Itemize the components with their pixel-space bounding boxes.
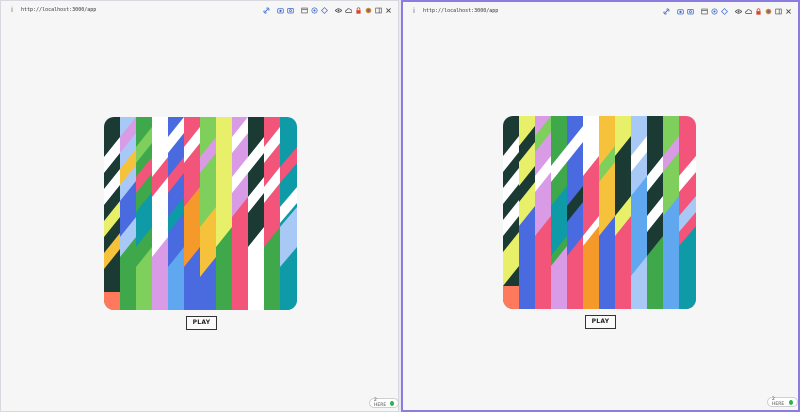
close-icon[interactable]: [385, 7, 392, 14]
window-icon[interactable]: [301, 7, 308, 14]
lock-icon[interactable]: [355, 6, 362, 14]
play-button[interactable]: PLAY: [186, 316, 217, 330]
target-icon[interactable]: [321, 6, 328, 14]
browser-window-right: i http://localhost:3000/app PLAY 2 HERE: [401, 0, 800, 412]
info-icon[interactable]: i: [7, 6, 17, 14]
toolbar-icons: [260, 6, 392, 14]
play-button[interactable]: PLAY: [585, 315, 616, 329]
screenshot-icon[interactable]: [687, 8, 694, 15]
puzzle-icon[interactable]: [365, 7, 372, 14]
eye-icon[interactable]: [735, 8, 742, 15]
presence-label: 2 HERE: [772, 397, 785, 407]
target-icon[interactable]: [721, 7, 728, 15]
presence-label: 2 HERE: [374, 398, 387, 408]
sidebar-icon[interactable]: [375, 7, 382, 14]
link-icon[interactable]: [263, 7, 270, 14]
presence-badge[interactable]: 2 HERE: [369, 398, 400, 408]
address-bar: i http://localhost:3000/app: [403, 2, 798, 20]
cloud-icon[interactable]: [745, 8, 752, 15]
presence-badge[interactable]: 2 HERE: [767, 397, 798, 407]
url-text[interactable]: http://localhost:3000/app: [21, 7, 260, 13]
lock-icon[interactable]: [755, 7, 762, 15]
globe-icon[interactable]: [311, 6, 318, 14]
toolbar-icons: [660, 7, 792, 15]
artwork-canvas: [104, 117, 297, 310]
url-text[interactable]: http://localhost:3000/app: [423, 8, 660, 14]
camera-icon[interactable]: [277, 7, 284, 14]
window-icon[interactable]: [701, 8, 708, 15]
cloud-icon[interactable]: [345, 7, 352, 14]
link-icon[interactable]: [663, 8, 670, 15]
puzzle-icon[interactable]: [765, 8, 772, 15]
screenshot-icon[interactable]: [287, 7, 294, 14]
eye-icon[interactable]: [335, 7, 342, 14]
info-icon[interactable]: i: [409, 7, 419, 15]
online-dot-icon: [390, 400, 395, 406]
artwork-canvas: [503, 116, 696, 309]
generative-artwork: [503, 116, 696, 309]
address-bar: i http://localhost:3000/app: [1, 1, 398, 19]
generative-artwork: [104, 117, 297, 310]
sidebar-icon[interactable]: [775, 8, 782, 15]
close-icon[interactable]: [785, 8, 792, 15]
browser-window-left: i http://localhost:3000/app PLAY 2 HERE: [0, 0, 400, 412]
globe-icon[interactable]: [711, 7, 718, 15]
camera-icon[interactable]: [677, 8, 684, 15]
online-dot-icon: [788, 399, 793, 405]
